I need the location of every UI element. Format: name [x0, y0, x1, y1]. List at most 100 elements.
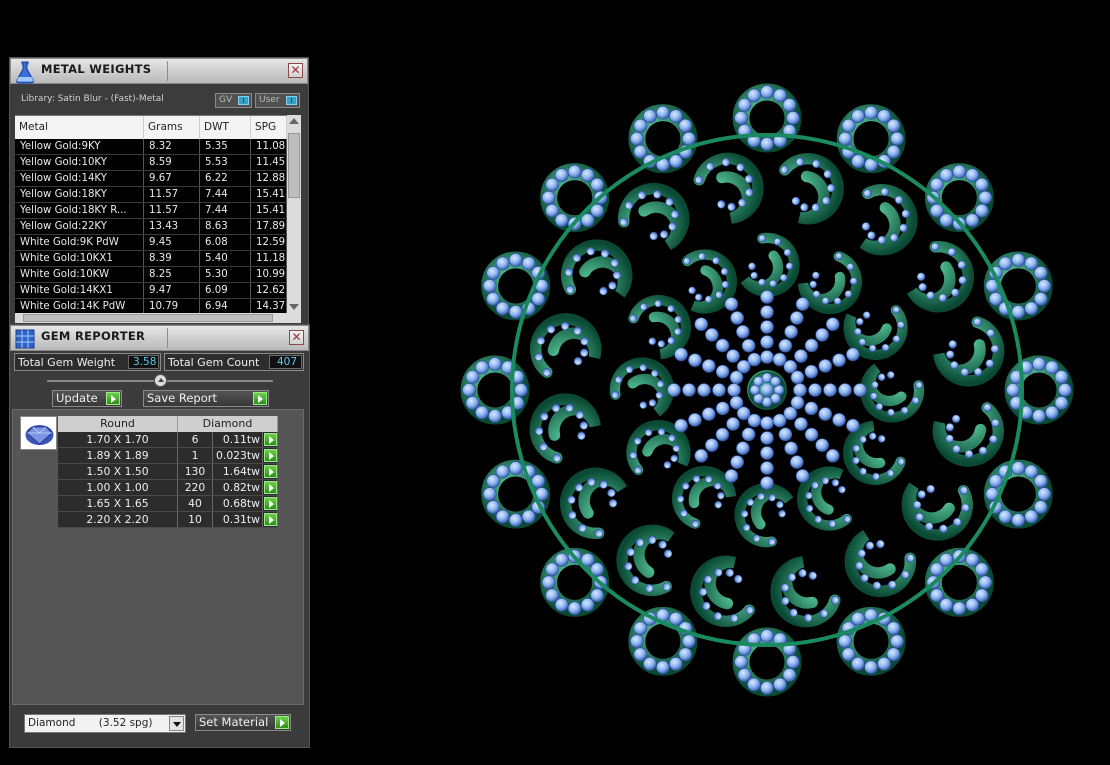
metal-table-vscroll[interactable] [287, 115, 301, 313]
select-gem-button[interactable] [263, 464, 278, 479]
column-header-spg[interactable]: SPG [251, 116, 287, 139]
scroll-thumb[interactable] [288, 133, 300, 198]
gem-stone [567, 164, 582, 179]
table-row[interactable]: Yellow Gold:18KY R... 11.57 7.44 15.41 [15, 203, 287, 219]
table-row[interactable]: Yellow Gold:18KY 11.57 7.44 15.41 [15, 187, 287, 203]
metal-weights-titlebar[interactable]: METAL WEIGHTS ✕ [10, 58, 308, 84]
gem-stone [508, 305, 523, 319]
gem-stone [1045, 405, 1059, 420]
gem-stone [1006, 383, 1020, 397]
chevron-down-icon[interactable] [169, 716, 184, 731]
gem-reporter-titlebar[interactable]: GEM REPORTER ✕ [10, 325, 309, 351]
gem-stone [508, 461, 523, 475]
gem-stone [952, 601, 967, 616]
gem-stone [639, 401, 648, 409]
table-row[interactable]: White Gold:14K PdW 10.79 6.94 14.37 [15, 299, 287, 313]
set-material-button[interactable]: Set Material [195, 714, 291, 731]
cell-spg: 12.62 [251, 283, 287, 298]
scroll-up-icon[interactable] [289, 118, 299, 124]
gem-stone [495, 301, 510, 316]
cell-weight: 1.64tw [213, 464, 263, 479]
gem-stone [825, 448, 840, 463]
gem-stone [1034, 500, 1048, 514]
select-gem-button[interactable] [263, 480, 278, 495]
cell-spg: 14.37 [251, 299, 287, 313]
table-row[interactable]: White Gold:9K PdW 9.45 6.08 12.59 [15, 235, 287, 251]
gem-stone [886, 647, 901, 662]
gem-stone [486, 266, 500, 280]
gem-stone [643, 657, 657, 671]
cell-metal: White Gold:10KX1 [15, 251, 144, 266]
cell-dwt: 5.30 [200, 267, 251, 282]
gem-stone [724, 469, 739, 483]
gem-table-body: 1.70 X 1.70 6 0.11tw 1.89 X 1.89 1 0.023tw 1.5… [58, 432, 278, 528]
gem-stone [815, 438, 829, 452]
outer-swirl [530, 313, 602, 378]
gem-stone [939, 598, 954, 612]
table-row[interactable]: Yellow Gold:22KY 13.43 8.63 17.89 [15, 219, 287, 235]
metal-weights-panel: METAL WEIGHTS ✕ Library: Satin Blur - (F… [9, 57, 309, 325]
column-header-metal[interactable]: Metal [15, 116, 144, 139]
close-button[interactable]: ✕ [288, 63, 303, 78]
cell-weight: 0.023tw [213, 448, 263, 463]
gem-stone [773, 677, 787, 692]
save-report-button[interactable]: Save Report [143, 390, 269, 407]
column-header-grams[interactable]: Grams [144, 116, 200, 139]
gem-stone [851, 611, 865, 626]
table-row[interactable]: Yellow Gold:9KY 8.32 5.35 11.08 [15, 139, 287, 155]
gem-stone [465, 370, 480, 384]
total-gem-count-value: 407 [269, 355, 302, 369]
library-label: Library: Satin Blur - (Fast)-Metal [21, 94, 164, 104]
gem-report-area: Round Diamond 1.70 X 1.70 6 0.11tw 1.89 X 1… [12, 409, 304, 705]
gem-stone [1032, 409, 1046, 423]
select-gem-button[interactable] [263, 432, 278, 447]
gem-stone [851, 109, 865, 123]
column-header-dwt[interactable]: DWT [200, 116, 251, 139]
cell-metal: Yellow Gold:9KY [15, 139, 144, 154]
table-row[interactable]: White Gold:10KW 8.25 5.30 10.99 [15, 267, 287, 283]
gem-stone [495, 509, 510, 524]
gem-stone [760, 416, 774, 430]
gem-stone [1011, 253, 1026, 267]
panel-slider-knob[interactable] [154, 374, 167, 387]
metal-table-hscroll[interactable] [15, 313, 301, 323]
user-toggle[interactable]: User I [255, 93, 300, 108]
gem-stone [475, 405, 489, 420]
round-gem-thumbnail[interactable] [20, 416, 57, 450]
update-button[interactable]: Update [52, 390, 122, 407]
gem-stone [886, 144, 901, 159]
material-select[interactable]: Diamond (3.52 spg) [24, 714, 186, 733]
gem-stone [825, 317, 840, 332]
cell-dwt: 5.53 [200, 155, 251, 170]
gem-stone [554, 598, 569, 612]
select-gem-button[interactable] [263, 512, 278, 527]
cell-dwt: 7.44 [200, 187, 251, 202]
hscroll-thumb[interactable] [23, 314, 273, 322]
cell-spg: 17.89 [251, 219, 287, 234]
metal-swirl [932, 402, 1004, 467]
play-icon [253, 392, 267, 405]
select-gem-button[interactable] [263, 496, 278, 511]
select-gem-button[interactable] [263, 448, 278, 463]
cell-dwt: 6.94 [200, 299, 251, 313]
3d-viewport[interactable] [312, 0, 1110, 765]
gem-stone [730, 311, 744, 325]
gem-stone [804, 364, 819, 379]
close-button[interactable]: ✕ [289, 330, 304, 345]
gem-stone [573, 357, 583, 366]
table-row[interactable]: Yellow Gold:14KY 9.67 6.22 12.88 [15, 171, 287, 187]
table-row[interactable]: White Gold:14KX1 9.47 6.09 12.62 [15, 283, 287, 299]
gem-stone [818, 359, 833, 373]
gem-stone [1032, 357, 1046, 371]
cell-grams: 8.39 [144, 251, 200, 266]
scroll-down-icon[interactable] [289, 304, 299, 310]
gv-toggle[interactable]: GV I [215, 93, 252, 108]
cell-metal: White Gold:14K PdW [15, 299, 144, 313]
total-gem-count-label: Total Gem Count [168, 356, 260, 369]
inner-swirl [740, 232, 800, 298]
table-row[interactable]: White Gold:10KX1 8.39 5.40 11.18 [15, 251, 287, 267]
gem-stone [531, 292, 546, 306]
table-row[interactable]: Yellow Gold:10KY 8.59 5.53 11.45 [15, 155, 287, 171]
gem-stone [678, 647, 693, 662]
cell-count: 6 [178, 432, 213, 447]
